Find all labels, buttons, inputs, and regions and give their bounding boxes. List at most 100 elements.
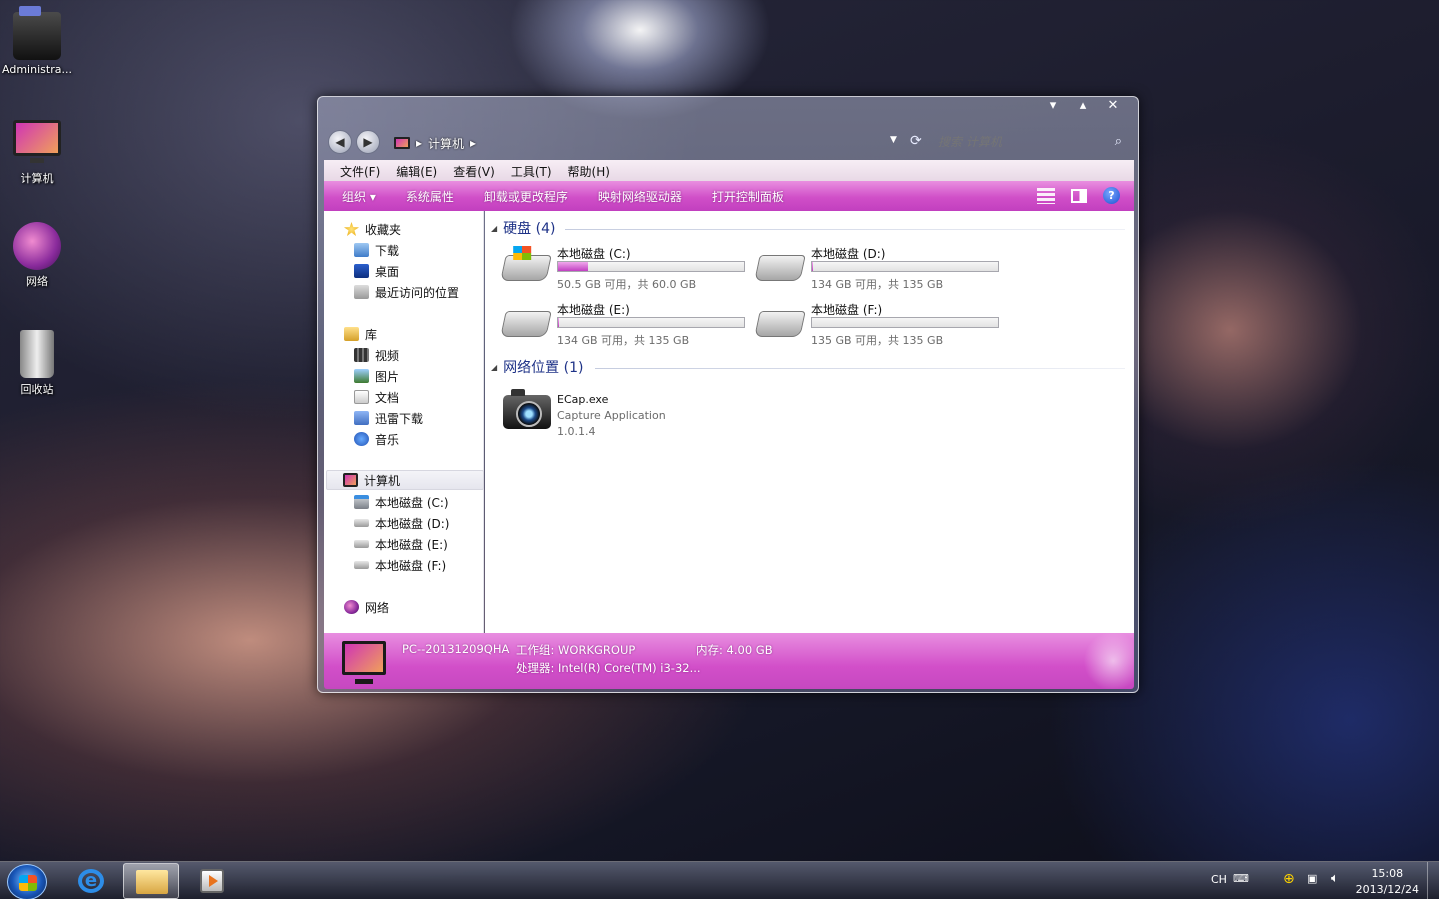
drive-item-e[interactable]: 本地磁盘 (E:) 134 GB 可用，共 135 GB: [500, 301, 753, 347]
keyboard-icon[interactable]: ⌨: [1233, 872, 1249, 885]
uninstall-program-button[interactable]: 卸载或更改程序: [469, 188, 583, 205]
change-view-icon[interactable]: [1037, 187, 1055, 204]
drive-item-c[interactable]: 本地磁盘 (C:) 50.5 GB 可用，共 60.0 GB: [500, 245, 753, 291]
system-properties-button[interactable]: 系统属性: [391, 188, 469, 205]
nav-label: 文档: [375, 390, 400, 405]
music-library-icon: [354, 432, 369, 446]
media-player-icon: [200, 869, 224, 893]
camera-icon: [503, 389, 551, 429]
menu-file[interactable]: 文件(F): [332, 160, 388, 181]
navigation-pane: 收藏夹 下载 桌面 最近访问的位置 库 视频 图片 文档 迅雷下载 音乐 计算机…: [324, 211, 484, 633]
nav-label: 迅雷下载: [375, 411, 424, 426]
thunder-download-icon: [354, 411, 369, 425]
system-drive-icon: [354, 495, 369, 509]
refresh-icon[interactable]: ⟳: [910, 133, 922, 149]
nav-label: 本地磁盘 (E:): [375, 537, 448, 552]
desktop-icon-computer[interactable]: 计算机: [0, 114, 74, 186]
collapse-triangle-icon[interactable]: ◢: [491, 363, 497, 372]
desktop-icon-recycle-bin[interactable]: 回收站: [0, 330, 74, 397]
desktop-icon-network[interactable]: 网络: [0, 222, 74, 289]
nav-label: 音乐: [375, 432, 400, 447]
drive-name: 本地磁盘 (E:): [557, 303, 630, 317]
network-item-ecap[interactable]: ECap.exe Capture Application 1.0.1.4: [503, 389, 803, 439]
nav-libraries[interactable]: 库: [344, 324, 502, 344]
user-folder-icon: [13, 6, 61, 60]
minimize-button[interactable]: ▾: [1046, 98, 1060, 113]
video-library-icon: [354, 348, 369, 362]
drive-name: 本地磁盘 (C:): [557, 247, 631, 261]
group-header-network-locations[interactable]: ◢ 网络位置 (1): [491, 357, 583, 377]
organize-button[interactable]: 组织 ▾: [324, 188, 391, 205]
preview-pane-icon[interactable]: [1071, 188, 1087, 203]
volume-icon[interactable]: 🔈︎: [1331, 871, 1339, 886]
content-pane: ◢ 硬盘 (4) 本地磁盘 (C:) 50.5 GB 可用，共 60.0 GB …: [485, 211, 1134, 633]
computer-icon: [342, 641, 386, 684]
menu-edit[interactable]: 编辑(E): [388, 160, 445, 181]
menu-help[interactable]: 帮助(H): [560, 160, 618, 181]
group-title: 硬盘 (4): [503, 221, 556, 237]
search-icon[interactable]: ⌕: [1115, 134, 1122, 149]
chevron-down-icon[interactable]: ▼: [890, 135, 897, 145]
recent-places-icon: [354, 285, 369, 299]
menu-tools[interactable]: 工具(T): [503, 160, 560, 181]
breadcrumb-separator[interactable]: ▸: [470, 136, 476, 150]
help-icon[interactable]: ?: [1103, 187, 1120, 204]
drive-usage-bar: [557, 261, 745, 272]
system-drive-icon: [500, 255, 552, 281]
nav-computer[interactable]: 计算机: [326, 470, 484, 490]
group-header-hard-drives[interactable]: ◢ 硬盘 (4): [491, 218, 555, 238]
drive-icon: [754, 255, 806, 281]
breadcrumb-item-computer[interactable]: 计算机: [428, 135, 464, 152]
clock[interactable]: 15:08 2013/12/24: [1356, 866, 1419, 898]
network-item-name: ECap.exe: [557, 393, 609, 406]
desktop-icon-administrator[interactable]: Administra...: [0, 6, 74, 76]
nav-label: 桌面: [375, 264, 400, 279]
start-button[interactable]: [7, 864, 47, 899]
drive-name: 本地磁盘 (F:): [811, 303, 883, 317]
processor: 处理器: Intel(R) Core(TM) i3-32...: [516, 661, 701, 675]
nav-label: 下载: [375, 243, 400, 258]
drive-usage-fill: [558, 318, 560, 327]
group-divider: [565, 229, 1125, 230]
library-folder-icon: [344, 327, 359, 341]
drive-icon: [354, 561, 369, 569]
desktop-icon-label: 网络: [26, 275, 48, 288]
network-item-description: Capture Application: [557, 409, 666, 422]
close-button[interactable]: ✕: [1106, 98, 1120, 113]
input-language[interactable]: CH: [1211, 873, 1227, 886]
collapse-triangle-icon[interactable]: ◢: [491, 224, 497, 233]
forward-button[interactable]: ▶: [356, 130, 380, 154]
breadcrumb[interactable]: ▸ 计算机 ▸: [394, 133, 476, 153]
computer-icon: [343, 473, 358, 487]
drive-usage-bar: [811, 261, 999, 272]
recycle-bin-icon: [20, 330, 54, 378]
taskbar-app-explorer[interactable]: [123, 863, 179, 899]
documents-library-icon: [354, 390, 369, 404]
memory: 内存: 4.00 GB: [696, 643, 773, 657]
breadcrumb-separator[interactable]: ▸: [416, 136, 422, 150]
maximize-button[interactable]: ▴: [1076, 98, 1090, 113]
map-network-drive-button[interactable]: 映射网络驱动器: [583, 188, 697, 205]
show-desktop-button[interactable]: [1427, 862, 1439, 899]
nav-favorites[interactable]: 收藏夹: [344, 219, 502, 239]
nav-label: 库: [365, 327, 378, 342]
computer-icon: [394, 137, 410, 149]
drive-free-space: 134 GB 可用，共 135 GB: [557, 334, 690, 347]
drive-item-f[interactable]: 本地磁盘 (F:) 135 GB 可用，共 135 GB: [754, 301, 1007, 347]
nav-label: 收藏夹: [365, 222, 402, 237]
back-button[interactable]: ◀: [328, 130, 352, 154]
network-icon: [13, 222, 61, 270]
network-status-icon[interactable]: ▣: [1307, 872, 1317, 885]
group-title: 网络位置 (1): [503, 360, 584, 376]
search-input[interactable]: [888, 131, 1126, 153]
open-control-panel-button[interactable]: 打开控制面板: [697, 188, 799, 205]
nav-network[interactable]: 网络: [344, 597, 502, 617]
details-pane: PC--20131209QHA 工作组: WORKGROUP 内存: 4.00 …: [324, 633, 1134, 689]
taskbar-app-ie[interactable]: e: [62, 863, 118, 899]
menu-view[interactable]: 查看(V): [445, 160, 503, 181]
taskbar-app-media-player[interactable]: [184, 863, 240, 899]
drive-item-d[interactable]: 本地磁盘 (D:) 134 GB 可用，共 135 GB: [754, 245, 1007, 291]
drive-usage-bar: [557, 317, 745, 328]
drive-icon: [754, 311, 806, 337]
security-shield-icon[interactable]: ⊕: [1283, 871, 1295, 887]
